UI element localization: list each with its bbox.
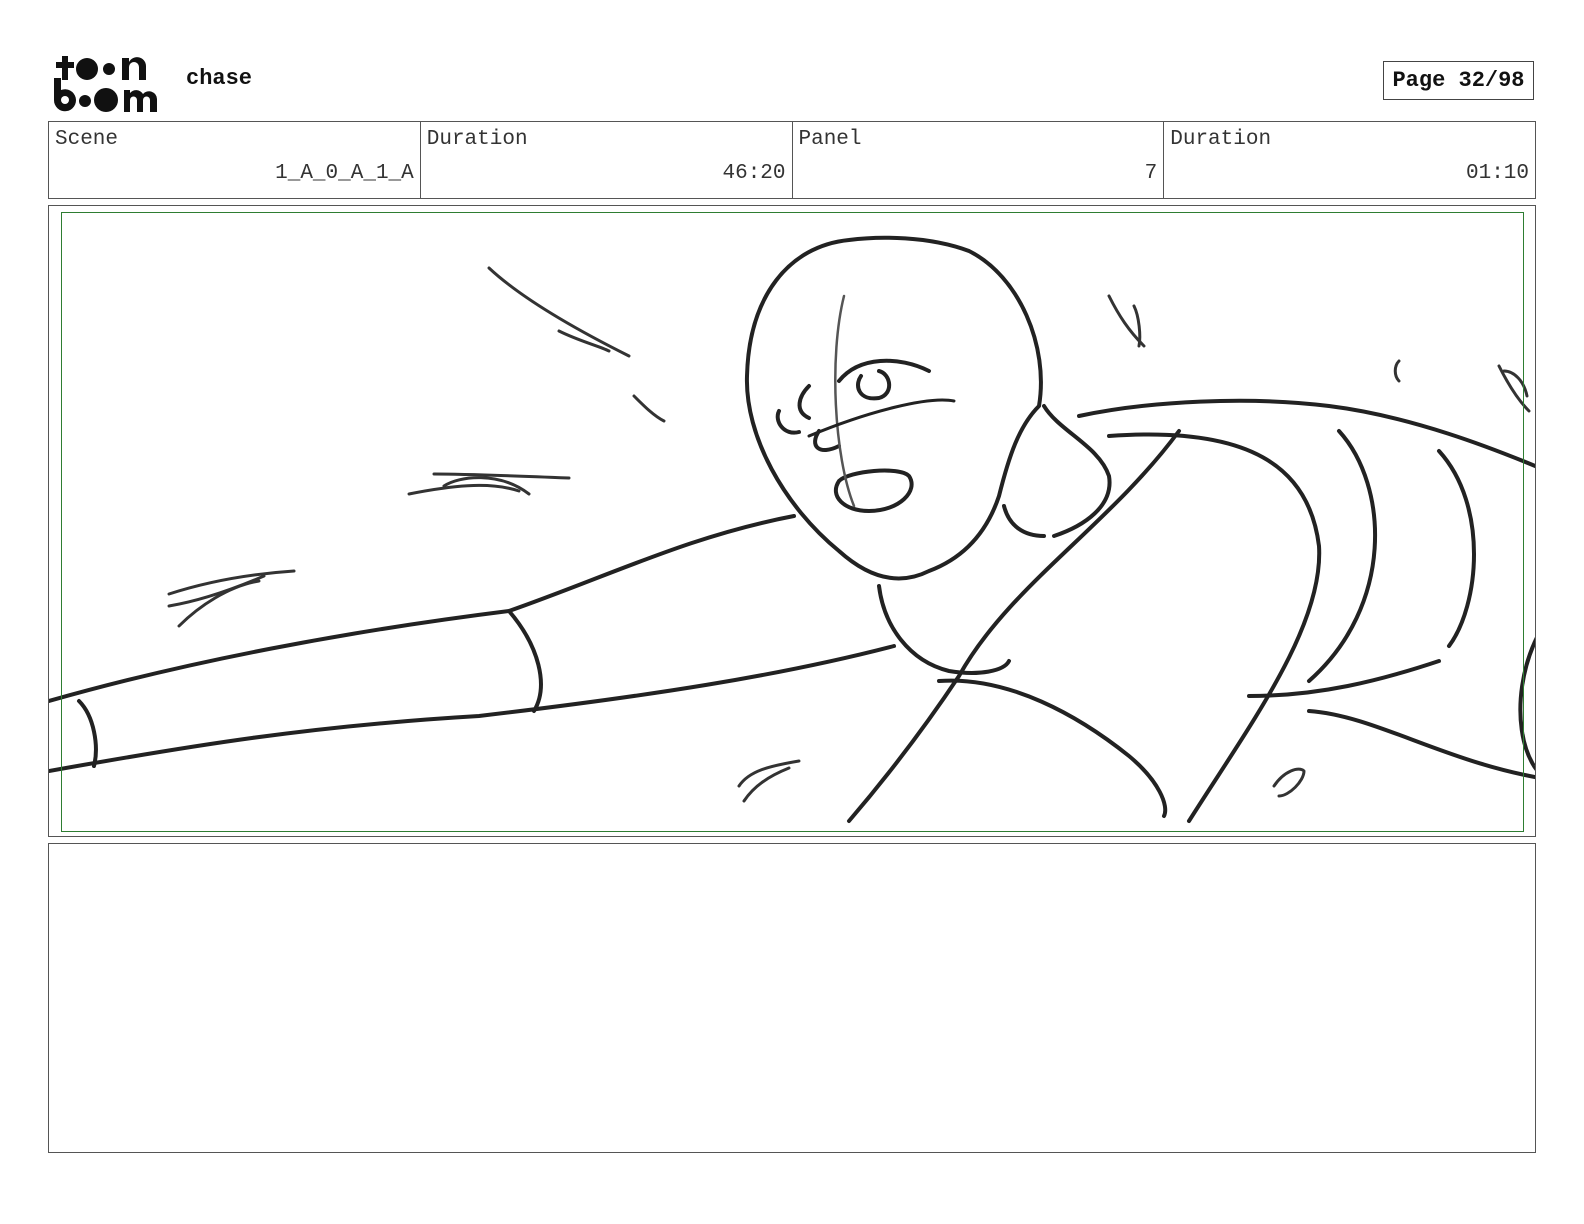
scene-cell: Scene 1_A_0_A_1_A	[49, 122, 421, 198]
page-indicator: Page 32/98	[1383, 61, 1534, 100]
toon-boom-logo	[53, 56, 157, 112]
panel-duration-label: Duration	[1170, 128, 1272, 151]
panel-duration-cell: Duration 01:10	[1164, 122, 1535, 198]
panel-notes-box	[48, 843, 1536, 1153]
panel-value: 7	[1144, 162, 1158, 185]
project-title: chase	[186, 66, 253, 91]
panel-cell: Panel 7	[793, 122, 1165, 198]
scene-duration-label: Duration	[426, 128, 528, 151]
scene-label: Scene	[55, 128, 119, 151]
scene-value: 1_A_0_A_1_A	[275, 162, 414, 185]
safe-area-frame	[61, 212, 1524, 832]
storyboard-panel	[48, 205, 1536, 837]
scene-duration-cell: Duration 46:20	[421, 122, 793, 198]
panel-label: Panel	[798, 128, 862, 151]
panel-info-table: Scene 1_A_0_A_1_A Duration 46:20 Panel 7…	[48, 121, 1536, 199]
scene-duration-value: 46:20	[722, 162, 786, 185]
panel-duration-value: 01:10	[1465, 162, 1529, 185]
